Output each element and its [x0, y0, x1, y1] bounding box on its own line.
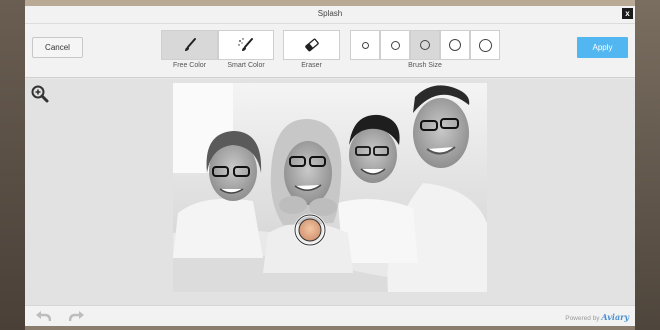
apply-button[interactable]: Apply: [577, 37, 628, 58]
canvas-area: [25, 79, 635, 305]
brush-size-4[interactable]: [440, 30, 470, 60]
photo-canvas[interactable]: [173, 83, 487, 292]
redo-icon[interactable]: [69, 310, 85, 322]
brush-size-5[interactable]: [470, 30, 500, 60]
background-bottom: [25, 326, 635, 330]
zoom-in-icon[interactable]: [30, 84, 50, 104]
dialog-title: Splash: [317, 9, 343, 18]
splash-editor-dialog: Splash x Cancel Free Color Smart Color E…: [25, 6, 635, 326]
background-left: [0, 0, 25, 330]
background-right: [635, 0, 660, 330]
toolbar: Cancel Free Color Smart Color Eraser Bru…: [25, 24, 635, 78]
brush-size-2[interactable]: [380, 30, 410, 60]
eraser-icon: [304, 38, 319, 52]
family-photo: [173, 83, 487, 292]
free-color-label: Free Color: [172, 62, 207, 69]
brush-size-3-icon: [420, 40, 430, 50]
magic-brush-icon: [238, 38, 253, 51]
smart-color-tool[interactable]: [218, 30, 274, 60]
close-button[interactable]: x: [622, 8, 633, 19]
aviary-logo[interactable]: Aviary: [601, 312, 629, 322]
brush-size-1[interactable]: [350, 30, 380, 60]
powered-by: Powered by Aviary: [565, 312, 629, 322]
eraser-tool[interactable]: [283, 30, 340, 60]
undo-icon[interactable]: [35, 310, 51, 322]
brush-size-4-icon: [449, 39, 461, 51]
brush-icon: [184, 38, 196, 51]
brush-size-5-icon: [478, 38, 492, 52]
brush-size-label: Brush Size: [408, 62, 442, 69]
dialog-footer: Powered by Aviary: [25, 305, 635, 326]
dialog-titlebar: Splash x: [25, 6, 635, 24]
powered-by-text: Powered by: [565, 315, 600, 322]
free-color-tool[interactable]: [161, 30, 218, 60]
brush-size-2-icon: [390, 40, 400, 50]
cancel-button[interactable]: Cancel: [32, 37, 83, 58]
brush-size-3[interactable]: [410, 30, 440, 60]
smart-color-label: Smart Color: [227, 62, 265, 69]
brush-size-1-icon: [361, 41, 369, 49]
eraser-label: Eraser: [301, 62, 322, 69]
